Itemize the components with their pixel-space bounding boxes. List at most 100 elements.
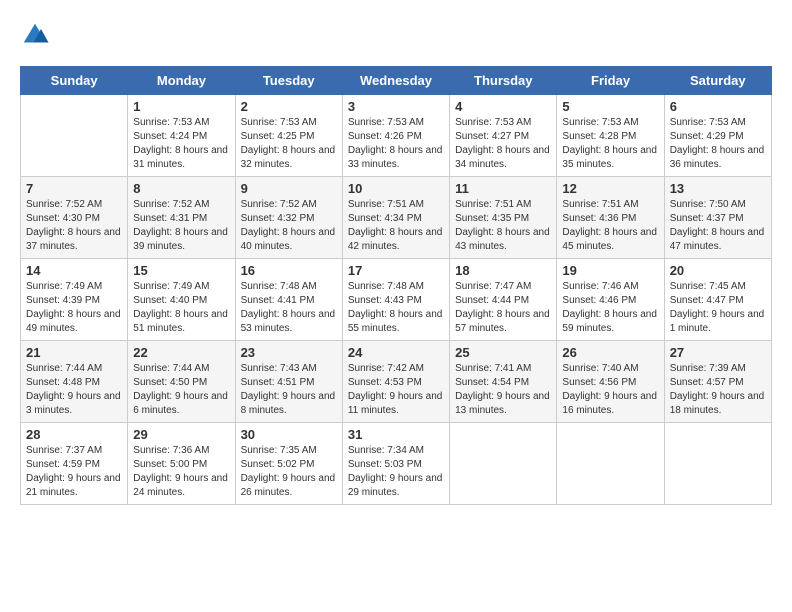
- day-info: Sunrise: 7:53 AMSunset: 4:26 PMDaylight:…: [348, 116, 444, 172]
- day-number: 8: [133, 181, 229, 196]
- day-number: 23: [241, 345, 337, 360]
- day-number: 15: [133, 263, 229, 278]
- calendar-cell: 15 Sunrise: 7:49 AMSunset: 4:40 PMDayligh…: [128, 259, 235, 341]
- day-info: Sunrise: 7:41 AMSunset: 4:54 PMDaylight:…: [455, 362, 551, 418]
- page-header: [20, 20, 772, 50]
- day-info: Sunrise: 7:46 AMSunset: 4:46 PMDaylight:…: [562, 280, 658, 336]
- calendar-week-row: 1 Sunrise: 7:53 AMSunset: 4:24 PMDaylight…: [21, 95, 772, 177]
- day-info: Sunrise: 7:52 AMSunset: 4:32 PMDaylight:…: [241, 198, 337, 254]
- day-number: 31: [348, 427, 444, 442]
- day-number: 1: [133, 99, 229, 114]
- column-header-monday: Monday: [128, 67, 235, 95]
- column-header-saturday: Saturday: [664, 67, 771, 95]
- day-number: 3: [348, 99, 444, 114]
- calendar-cell: 31 Sunrise: 7:34 AMSunset: 5:03 PMDayligh…: [342, 423, 449, 505]
- day-number: 30: [241, 427, 337, 442]
- day-number: 6: [670, 99, 766, 114]
- day-number: 13: [670, 181, 766, 196]
- calendar-week-row: 21 Sunrise: 7:44 AMSunset: 4:48 PMDayligh…: [21, 341, 772, 423]
- day-info: Sunrise: 7:53 AMSunset: 4:28 PMDaylight:…: [562, 116, 658, 172]
- day-number: 10: [348, 181, 444, 196]
- calendar-header-row: SundayMondayTuesdayWednesdayThursdayFrid…: [21, 67, 772, 95]
- calendar-week-row: 14 Sunrise: 7:49 AMSunset: 4:39 PMDayligh…: [21, 259, 772, 341]
- calendar-cell: [664, 423, 771, 505]
- day-info: Sunrise: 7:51 AMSunset: 4:36 PMDaylight:…: [562, 198, 658, 254]
- day-info: Sunrise: 7:49 AMSunset: 4:40 PMDaylight:…: [133, 280, 229, 336]
- day-number: 2: [241, 99, 337, 114]
- calendar-week-row: 28Sunrise: 7:37 AMSunset: 4:59 PMDayligh…: [21, 423, 772, 505]
- calendar-cell: 19 Sunrise: 7:46 AMSunset: 4:46 PMDayligh…: [557, 259, 664, 341]
- day-info: Sunrise: 7:50 AMSunset: 4:37 PMDaylight:…: [670, 198, 766, 254]
- day-info: Sunrise: 7:42 AMSunset: 4:53 PMDaylight:…: [348, 362, 444, 418]
- day-number: 25: [455, 345, 551, 360]
- day-info: Sunrise: 7:43 AMSunset: 4:51 PMDaylight:…: [241, 362, 337, 418]
- calendar-cell: 2 Sunrise: 7:53 AMSunset: 4:25 PMDaylight…: [235, 95, 342, 177]
- calendar-table: SundayMondayTuesdayWednesdayThursdayFrid…: [20, 66, 772, 505]
- calendar-cell: 29 Sunrise: 7:36 AMSunset: 5:00 PMDayligh…: [128, 423, 235, 505]
- calendar-cell: 6Sunrise: 7:53 AMSunset: 4:29 PMDaylight…: [664, 95, 771, 177]
- day-info: Sunrise: 7:53 AMSunset: 4:25 PMDaylight:…: [241, 116, 337, 172]
- day-number: 27: [670, 345, 766, 360]
- column-header-friday: Friday: [557, 67, 664, 95]
- calendar-cell: 17Sunrise: 7:48 AMSunset: 4:43 PMDayligh…: [342, 259, 449, 341]
- calendar-cell: 24 Sunrise: 7:42 AMSunset: 4:53 PMDayligh…: [342, 341, 449, 423]
- day-number: 21: [26, 345, 122, 360]
- calendar-cell: 9Sunrise: 7:52 AMSunset: 4:32 PMDaylight…: [235, 177, 342, 259]
- logo: [20, 20, 54, 50]
- calendar-cell: 30 Sunrise: 7:35 AMSunset: 5:02 PMDayligh…: [235, 423, 342, 505]
- day-info: Sunrise: 7:49 AMSunset: 4:39 PMDaylight:…: [26, 280, 122, 336]
- day-info: Sunrise: 7:52 AMSunset: 4:31 PMDaylight:…: [133, 198, 229, 254]
- day-info: Sunrise: 7:48 AMSunset: 4:43 PMDaylight:…: [348, 280, 444, 336]
- calendar-cell: [557, 423, 664, 505]
- day-number: 12: [562, 181, 658, 196]
- calendar-cell: 21 Sunrise: 7:44 AMSunset: 4:48 PMDayligh…: [21, 341, 128, 423]
- day-info: Sunrise: 7:37 AMSunset: 4:59 PMDaylight:…: [26, 444, 122, 500]
- logo-icon: [20, 20, 50, 50]
- calendar-cell: [21, 95, 128, 177]
- day-number: 20: [670, 263, 766, 278]
- day-number: 14: [26, 263, 122, 278]
- day-info: Sunrise: 7:34 AMSunset: 5:03 PMDaylight:…: [348, 444, 444, 500]
- day-info: Sunrise: 7:35 AMSunset: 5:02 PMDaylight:…: [241, 444, 337, 500]
- day-number: 22: [133, 345, 229, 360]
- calendar-cell: 23 Sunrise: 7:43 AMSunset: 4:51 PMDayligh…: [235, 341, 342, 423]
- day-info: Sunrise: 7:44 AMSunset: 4:50 PMDaylight:…: [133, 362, 229, 418]
- day-number: 24: [348, 345, 444, 360]
- calendar-cell: 8 Sunrise: 7:52 AMSunset: 4:31 PMDaylight…: [128, 177, 235, 259]
- day-number: 26: [562, 345, 658, 360]
- day-info: Sunrise: 7:51 AMSunset: 4:35 PMDaylight:…: [455, 198, 551, 254]
- day-number: 16: [241, 263, 337, 278]
- calendar-cell: 25 Sunrise: 7:41 AMSunset: 4:54 PMDayligh…: [450, 341, 557, 423]
- column-header-sunday: Sunday: [21, 67, 128, 95]
- column-header-tuesday: Tuesday: [235, 67, 342, 95]
- day-info: Sunrise: 7:36 AMSunset: 5:00 PMDaylight:…: [133, 444, 229, 500]
- day-info: Sunrise: 7:39 AMSunset: 4:57 PMDaylight:…: [670, 362, 766, 418]
- calendar-cell: 7Sunrise: 7:52 AMSunset: 4:30 PMDaylight…: [21, 177, 128, 259]
- calendar-cell: 4 Sunrise: 7:53 AMSunset: 4:27 PMDaylight…: [450, 95, 557, 177]
- calendar-cell: 16 Sunrise: 7:48 AMSunset: 4:41 PMDayligh…: [235, 259, 342, 341]
- day-number: 5: [562, 99, 658, 114]
- calendar-cell: 14 Sunrise: 7:49 AMSunset: 4:39 PMDayligh…: [21, 259, 128, 341]
- day-info: Sunrise: 7:48 AMSunset: 4:41 PMDaylight:…: [241, 280, 337, 336]
- day-number: 4: [455, 99, 551, 114]
- calendar-cell: 1 Sunrise: 7:53 AMSunset: 4:24 PMDaylight…: [128, 95, 235, 177]
- day-info: Sunrise: 7:44 AMSunset: 4:48 PMDaylight:…: [26, 362, 122, 418]
- calendar-cell: 26Sunrise: 7:40 AMSunset: 4:56 PMDayligh…: [557, 341, 664, 423]
- calendar-cell: 28Sunrise: 7:37 AMSunset: 4:59 PMDayligh…: [21, 423, 128, 505]
- day-info: Sunrise: 7:52 AMSunset: 4:30 PMDaylight:…: [26, 198, 122, 254]
- calendar-cell: [450, 423, 557, 505]
- calendar-cell: 12 Sunrise: 7:51 AMSunset: 4:36 PMDayligh…: [557, 177, 664, 259]
- day-number: 19: [562, 263, 658, 278]
- column-header-thursday: Thursday: [450, 67, 557, 95]
- day-info: Sunrise: 7:53 AMSunset: 4:24 PMDaylight:…: [133, 116, 229, 172]
- day-info: Sunrise: 7:53 AMSunset: 4:27 PMDaylight:…: [455, 116, 551, 172]
- calendar-cell: 10 Sunrise: 7:51 AMSunset: 4:34 PMDayligh…: [342, 177, 449, 259]
- calendar-cell: 27 Sunrise: 7:39 AMSunset: 4:57 PMDayligh…: [664, 341, 771, 423]
- day-info: Sunrise: 7:51 AMSunset: 4:34 PMDaylight:…: [348, 198, 444, 254]
- column-header-wednesday: Wednesday: [342, 67, 449, 95]
- calendar-cell: 20 Sunrise: 7:45 AMSunset: 4:47 PMDayligh…: [664, 259, 771, 341]
- calendar-cell: 3 Sunrise: 7:53 AMSunset: 4:26 PMDaylight…: [342, 95, 449, 177]
- calendar-cell: 11Sunrise: 7:51 AMSunset: 4:35 PMDayligh…: [450, 177, 557, 259]
- day-info: Sunrise: 7:45 AMSunset: 4:47 PMDaylight:…: [670, 280, 766, 336]
- day-number: 29: [133, 427, 229, 442]
